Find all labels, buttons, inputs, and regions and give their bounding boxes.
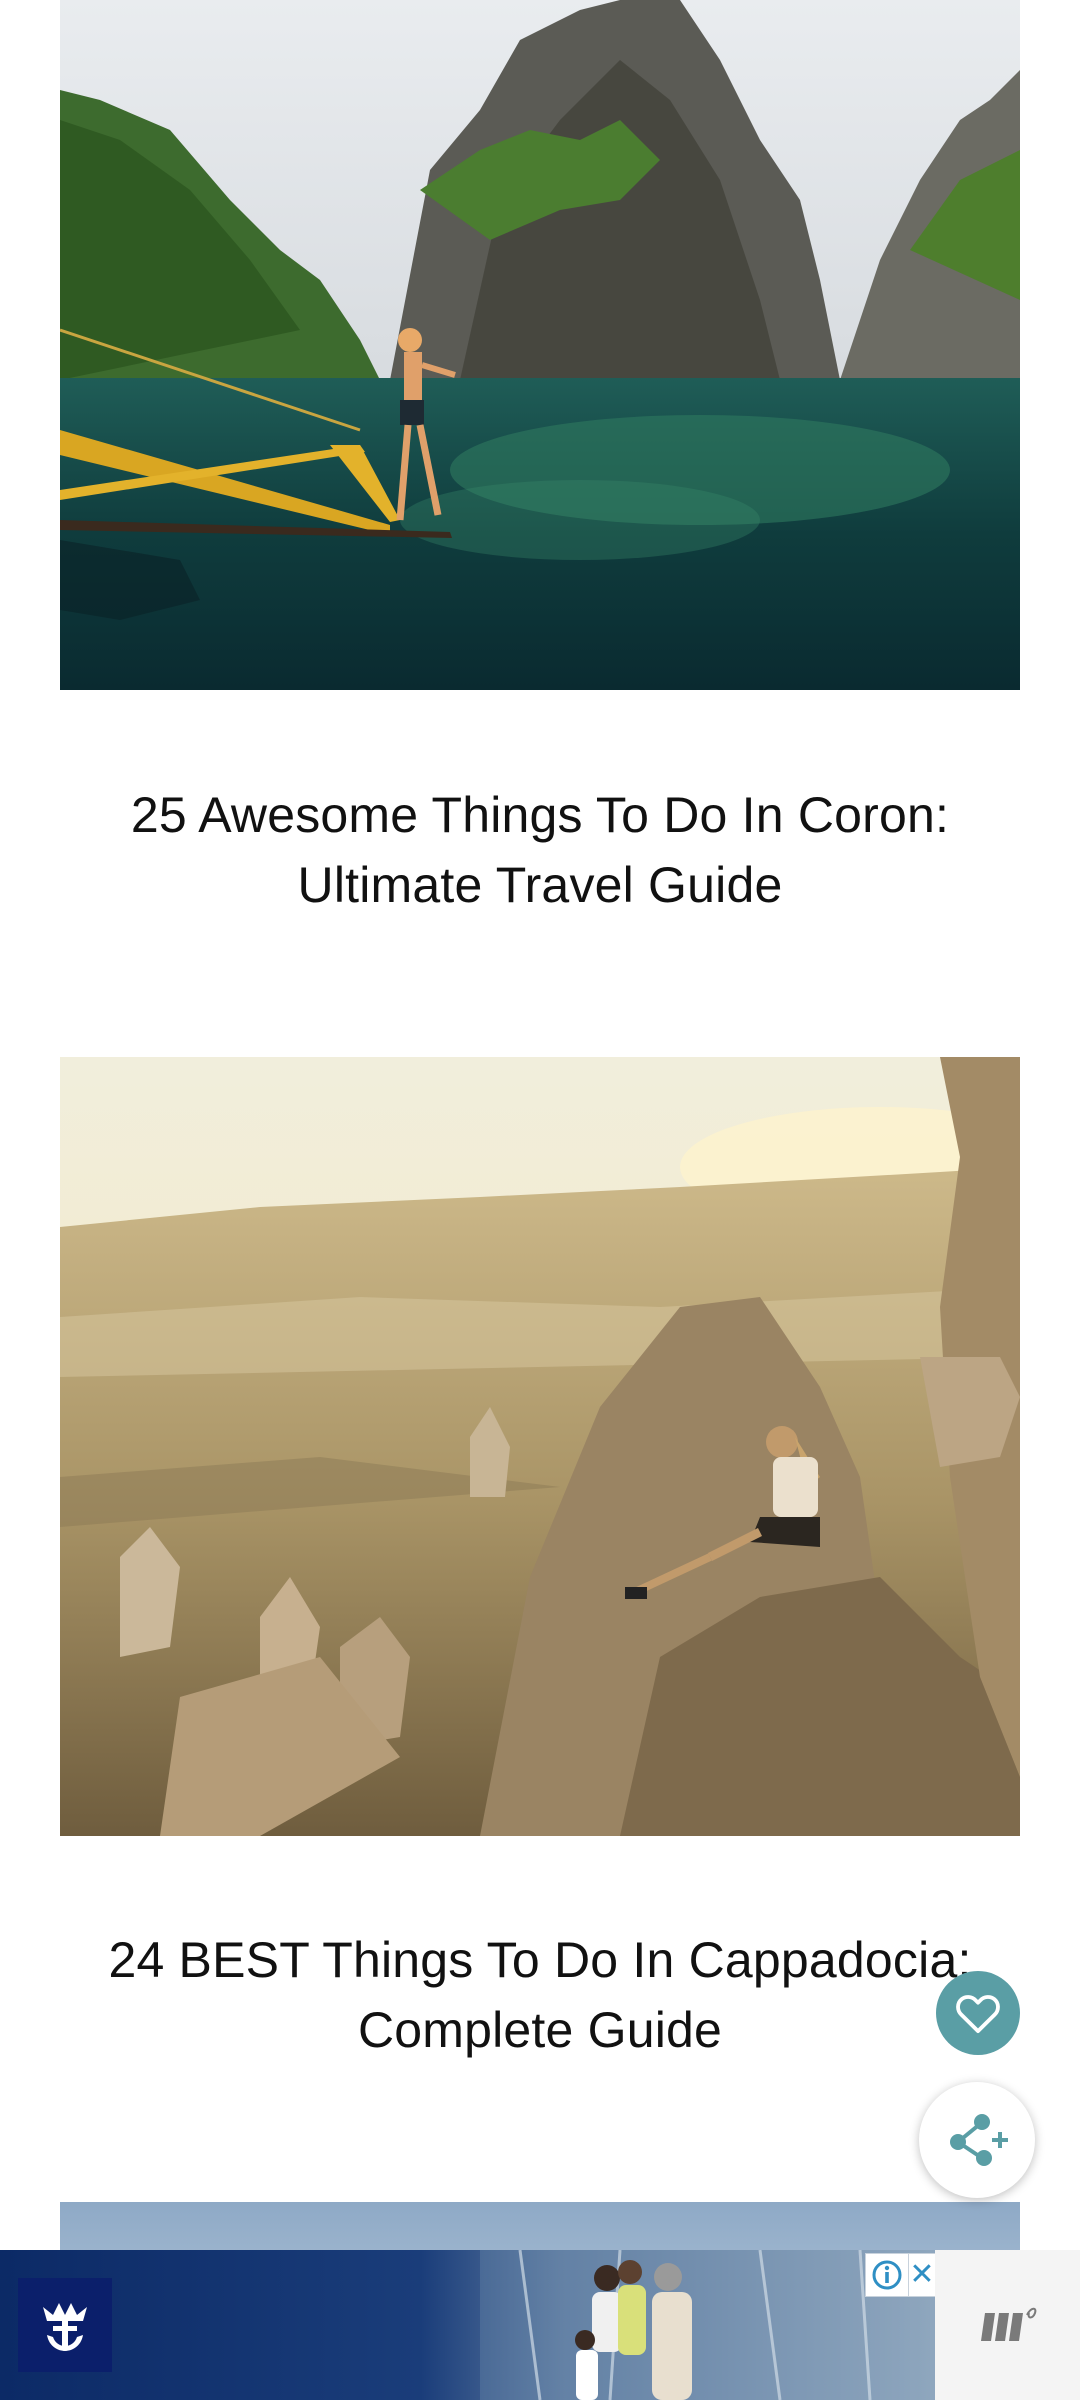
ad-image: [480, 2250, 935, 2400]
heart-icon: [956, 1995, 1000, 2034]
ad-banner[interactable]: [0, 2250, 935, 2400]
post-title-coron[interactable]: 25 Awesome Things To Do In Coron: Ultima…: [40, 780, 1040, 920]
coron-photo: [60, 0, 1020, 690]
cappadocia-photo: [60, 1057, 1020, 1836]
post-title-line: Complete Guide: [357, 2002, 723, 2058]
post-image-coron[interactable]: [60, 0, 1020, 690]
post-title-line: 25 Awesome Things To Do In Coron:: [130, 787, 950, 843]
mediavine-logo: [980, 2307, 1036, 2341]
post-title-line: 24 BEST Things To Do In Cappadocia:: [108, 1932, 972, 1988]
post-title-cappadocia[interactable]: 24 BEST Things To Do In Cappadocia: Comp…: [40, 1925, 1040, 2065]
page: 25 Awesome Things To Do In Coron: Ultima…: [0, 0, 1080, 2400]
info-icon: [872, 2260, 902, 2290]
ad-close-button[interactable]: ✕: [908, 2253, 936, 2297]
favorite-button[interactable]: [936, 1971, 1020, 2055]
post-title-line: Ultimate Travel Guide: [297, 857, 783, 913]
share-button[interactable]: [919, 2082, 1035, 2198]
crown-anchor-logo: [43, 2303, 87, 2351]
share-plus-icon: [950, 2114, 1008, 2166]
post-image-cappadocia[interactable]: [60, 1057, 1020, 1836]
ad-brand-logo: [18, 2278, 112, 2372]
mediavine-badge[interactable]: [935, 2250, 1080, 2400]
ad-info-button[interactable]: [865, 2253, 909, 2297]
